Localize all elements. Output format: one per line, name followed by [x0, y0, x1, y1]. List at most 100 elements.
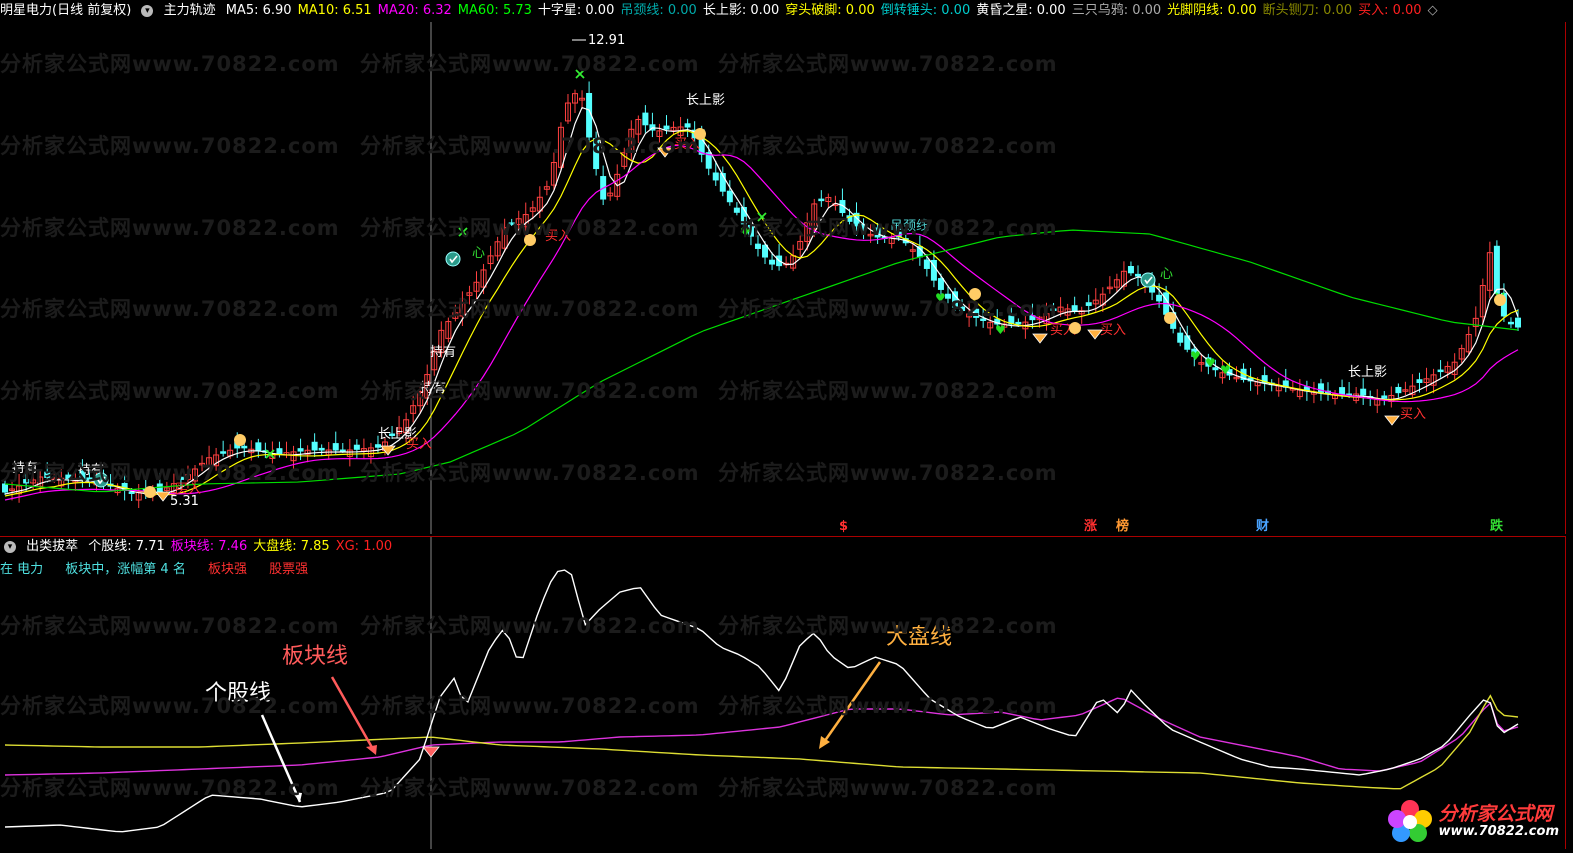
candle-body — [684, 123, 691, 128]
candle-body — [311, 441, 318, 451]
candle-body — [642, 112, 649, 126]
candle-body — [1493, 245, 1500, 294]
watermark-text: 分析家公式网www.70822.com — [0, 379, 340, 403]
buy-diamond-icon — [1032, 333, 1048, 344]
candle-body — [1156, 294, 1163, 302]
heart-label: 心 — [1160, 267, 1173, 282]
sector-line-arrowhead — [366, 745, 377, 755]
candle-body — [712, 172, 719, 181]
long-upper-shadow-label: 长上影 — [1348, 365, 1387, 380]
indicator-value-7: 穿头破脚: 0.00 — [785, 3, 875, 18]
watermark-text: 分析家公式网www.70822.com — [718, 216, 1058, 240]
long-upper-shadow-label: 长上影 — [686, 93, 725, 108]
candle-body — [318, 447, 325, 451]
runner-icon — [1164, 312, 1176, 324]
candle-body — [1395, 386, 1402, 394]
indicator-values: MA5: 6.90 MA10: 6.51 MA20: 6.32 MA60: 5.73 十… — [226, 3, 1444, 18]
watermark-text: 分析家公式网www.70822.com — [718, 694, 1058, 718]
watermark-text: 分析家公式网www.70822.com — [718, 297, 1058, 321]
event-tag: $ — [839, 519, 848, 534]
watermark-text: 分析家公式网www.70822.com — [360, 614, 700, 638]
green-signal-icon: ♥ — [1220, 363, 1231, 377]
heart-label: 心 — [472, 246, 485, 261]
watermark-text: 分析家公式网www.70822.com — [0, 776, 340, 800]
indicator-value-8: 倒转锤头: 0.00 — [880, 3, 971, 18]
runner-icon — [144, 486, 156, 498]
watermark-text: 分析家公式网www.70822.com — [360, 694, 700, 718]
watermark-text: 分析家公式网www.70822.com — [0, 614, 340, 638]
indicator-name[interactable]: 主力轨迹 — [164, 3, 216, 18]
watermark-text: 分析家公式网www.70822.com — [360, 379, 700, 403]
site-logo: 分析家公式网 www.70822.com — [1385, 799, 1560, 843]
indicator-value-10: 三只乌鸦: 0.00 — [1071, 3, 1162, 18]
green-signal-icon: ♥ — [1190, 349, 1201, 363]
check-badge-icon — [445, 251, 461, 267]
candle-body — [1127, 266, 1134, 274]
indicator-dropdown-icon[interactable]: ▾ — [141, 4, 154, 17]
candle-body — [1360, 388, 1367, 396]
candle-body — [769, 259, 776, 265]
logo-name: 分析家公式网 — [1438, 802, 1553, 825]
candle-body — [1177, 332, 1184, 343]
event-tag: 跌 — [1490, 518, 1504, 534]
logo-url: www.70822.com — [1438, 823, 1560, 839]
candle-body — [1339, 387, 1346, 395]
expand-diamond-icon[interactable]: ◇ — [1428, 3, 1438, 18]
watermark-text: 分析家公式网www.70822.com — [360, 216, 700, 240]
indicator-value-4: 十字星: 0.00 — [537, 3, 615, 18]
watermark-text: 分析家公式网www.70822.com — [0, 52, 340, 76]
runner-icon — [234, 434, 246, 446]
watermark-text: 分析家公式网www.70822.com — [360, 776, 700, 800]
green-signal-icon: ♥ — [1205, 356, 1216, 370]
candle-body — [339, 449, 346, 452]
candle-body — [255, 442, 262, 452]
watermark-text: 分析家公式网www.70822.com — [718, 461, 1058, 485]
candle-body — [1416, 379, 1423, 383]
event-tag: 榜 — [1116, 518, 1129, 534]
candle-body — [923, 259, 930, 269]
buy-label: 买入 — [406, 437, 432, 452]
watermark-text: 分析家公式网www.70822.com — [718, 379, 1058, 403]
indicator-value-0: MA5: 6.90 — [225, 3, 292, 18]
main-indicator-header: 明星电力(日线 前复权) ▾ 主力轨迹 MA5: 6.90 MA10: 6.51 M… — [0, 0, 1573, 22]
candle-body — [1071, 305, 1078, 312]
buy-diamond-icon — [1384, 415, 1400, 426]
candle-body — [332, 443, 339, 451]
candle-body — [220, 451, 227, 454]
event-tag: 涨 — [1083, 519, 1097, 534]
event-tag: 财 — [1256, 518, 1269, 534]
indicator-value-6: 长上影: 0.00 — [702, 3, 780, 18]
watermark-text: 分析家公式网www.70822.com — [718, 614, 1058, 638]
watermark-text: 分析家公式网www.70822.com — [360, 461, 700, 485]
hold-label: 持有 — [430, 345, 456, 360]
candle-body — [1437, 369, 1444, 373]
candle-body — [276, 448, 283, 454]
candle-body — [663, 125, 670, 130]
candle-body — [726, 190, 733, 203]
buy-label: 买入 — [1100, 323, 1126, 338]
candle-body — [937, 278, 944, 290]
watermark-text: 分析家公式网www.70822.com — [0, 216, 340, 240]
runner-icon — [1069, 322, 1081, 334]
check-badge-icon — [1140, 272, 1156, 288]
candle-body — [754, 243, 761, 249]
candle-body — [1317, 383, 1324, 394]
indicator-value-12: 断头铡刀: 0.00 — [1262, 3, 1353, 18]
candle-body — [1515, 317, 1521, 328]
indicator-value-1: MA10: 6.51 — [297, 3, 372, 18]
watermark-text: 分析家公式网www.70822.com — [718, 776, 1058, 800]
candle-body — [818, 198, 825, 202]
runner-icon — [1494, 294, 1506, 306]
buy-label: 买入 — [1400, 407, 1426, 422]
stock-title[interactable]: 明星电力(日线 前复权) — [0, 3, 131, 18]
high-price-label: 12.91 — [588, 33, 625, 48]
candle-body — [1381, 395, 1388, 399]
candle-body — [297, 448, 304, 452]
watermark-text: 分析家公式网www.70822.com — [718, 134, 1058, 158]
candle-body — [374, 444, 381, 448]
candle-body — [1134, 273, 1141, 277]
buy-diamond-icon — [155, 491, 171, 502]
xg-diamond-icon — [422, 746, 440, 758]
indicator-value-3: MA60: 5.73 — [457, 3, 532, 18]
watermark-text: 分析家公式网www.70822.com — [0, 134, 340, 158]
